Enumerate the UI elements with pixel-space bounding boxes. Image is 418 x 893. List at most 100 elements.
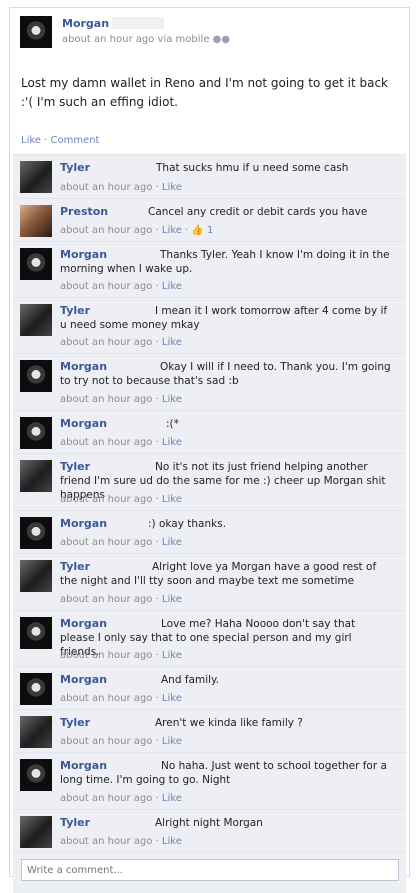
- meta-separator: ·: [152, 182, 162, 193]
- comment-text: Alright night Morgan: [155, 817, 263, 829]
- comment-like-link[interactable]: Like: [162, 225, 182, 236]
- redaction-block: [112, 17, 165, 29]
- comment-row: Love me? Haha Noooo don't say that pleas…: [13, 610, 406, 666]
- meta-separator: ·: [152, 337, 162, 348]
- comment-meta: about an hour ago · Like: [60, 650, 182, 661]
- comment-timestamp[interactable]: about an hour ago: [60, 594, 152, 605]
- comment-timestamp[interactable]: about an hour ago: [60, 537, 152, 548]
- comment-timestamp[interactable]: about an hour ago: [60, 793, 152, 804]
- comment-text: That sucks hmu if u need some cash: [156, 162, 349, 174]
- comment-like-link[interactable]: Like: [162, 650, 182, 661]
- comment-text: :) okay thanks.: [148, 518, 227, 530]
- commenter-name[interactable]: Tyler: [60, 816, 90, 829]
- commenter-name[interactable]: Morgan: [60, 517, 107, 530]
- comment-list: That sucks hmu if u need some cash Tyler a…: [13, 154, 406, 893]
- comment-timestamp[interactable]: about an hour ago: [60, 437, 152, 448]
- comment-timestamp[interactable]: about an hour ago: [60, 650, 152, 661]
- comment-row: Alright night Morgan Tyler about an hour a…: [13, 809, 406, 852]
- comment-timestamp[interactable]: about an hour ago: [60, 494, 152, 505]
- comment-like-link[interactable]: Like: [162, 437, 182, 448]
- comment-like-link[interactable]: Like: [162, 281, 182, 292]
- comment-meta: about an hour ago · Like: [60, 537, 182, 548]
- comment-row: Alright love ya Morgan have a good rest …: [13, 553, 406, 610]
- comment-like-link[interactable]: Like: [162, 594, 182, 605]
- like-count[interactable]: 1: [204, 225, 213, 236]
- comment-like-link[interactable]: Like: [162, 793, 182, 804]
- comment-timestamp[interactable]: about an hour ago: [60, 394, 152, 405]
- commenter-avatar[interactable]: [20, 460, 52, 492]
- comment-meta: about an hour ago · Like: [60, 594, 182, 605]
- commenter-name[interactable]: Tyler: [60, 460, 90, 473]
- comment-meta: about an hour ago · Like: [60, 337, 182, 348]
- meta-separator: ·: [152, 793, 162, 804]
- comment-row: Okay I will if I need to. Thank you. I'm…: [13, 353, 406, 410]
- comment-like-link[interactable]: Like: [162, 394, 182, 405]
- post-timestamp[interactable]: about an hour ago: [62, 34, 154, 45]
- comment-timestamp[interactable]: about an hour ago: [60, 693, 152, 704]
- comment-timestamp[interactable]: about an hour ago: [60, 225, 152, 236]
- comment-meta: about an hour ago · Like · 👍 1: [60, 225, 213, 236]
- commenter-avatar[interactable]: [20, 759, 52, 791]
- commenter-avatar[interactable]: [20, 360, 52, 392]
- comment-row: Aren't we kinda like family ? Tyler about …: [13, 709, 406, 752]
- commenter-avatar[interactable]: [20, 716, 52, 748]
- meta-separator: ·: [152, 281, 162, 292]
- commenter-name[interactable]: Tyler: [60, 716, 90, 729]
- meta-separator: ·: [152, 594, 162, 605]
- commenter-avatar[interactable]: [20, 417, 52, 449]
- commenter-name[interactable]: Morgan: [60, 759, 107, 772]
- commenter-avatar[interactable]: [20, 816, 52, 848]
- comment-timestamp[interactable]: about an hour ago: [60, 836, 152, 847]
- comment-like-link[interactable]: Like: [162, 537, 182, 548]
- comment-timestamp[interactable]: about an hour ago: [60, 337, 152, 348]
- meta-separator: ·: [152, 836, 162, 847]
- comment-timestamp[interactable]: about an hour ago: [60, 736, 152, 747]
- comment-meta: about an hour ago · Like: [60, 793, 182, 804]
- comment-input[interactable]: [21, 859, 399, 881]
- comment-text: I mean it I work tomorrow after 4 come b…: [60, 305, 388, 331]
- comment-text: Thanks Tyler. Yeah I know I'm doing it i…: [60, 249, 390, 275]
- comment-timestamp[interactable]: about an hour ago: [60, 281, 152, 292]
- comment-like-link[interactable]: Like: [162, 494, 182, 505]
- post-card: Morgan about an hour ago via mobile ●● L…: [9, 7, 410, 893]
- comment-text: Okay I will if I need to. Thank you. I'm…: [60, 361, 391, 387]
- comment-like-link[interactable]: Like: [162, 693, 182, 704]
- commenter-name[interactable]: Tyler: [60, 161, 90, 174]
- author-name[interactable]: Morgan: [62, 17, 165, 30]
- commenter-name[interactable]: Morgan: [60, 360, 107, 373]
- author-avatar[interactable]: [20, 16, 52, 48]
- commenter-avatar[interactable]: [20, 617, 52, 649]
- comment-row: Thanks Tyler. Yeah I know I'm doing it i…: [13, 241, 406, 297]
- comment-text: Aren't we kinda like family ?: [155, 717, 303, 729]
- commenter-avatar[interactable]: [20, 161, 52, 193]
- commenter-name[interactable]: Preston: [60, 205, 108, 218]
- commenter-name[interactable]: Tyler: [60, 304, 90, 317]
- comment-text: And family.: [161, 674, 220, 686]
- comment-text: Cancel any credit or debit cards you hav…: [148, 206, 368, 218]
- friends-icon: ●●: [212, 34, 231, 45]
- commenter-name[interactable]: Morgan: [60, 673, 107, 686]
- meta-separator: ·: [152, 650, 162, 661]
- commenter-avatar[interactable]: [20, 560, 52, 592]
- comment-meta: about an hour ago · Like: [60, 182, 182, 193]
- comment-like-link[interactable]: Like: [162, 182, 182, 193]
- commenter-avatar[interactable]: [20, 205, 52, 237]
- commenter-avatar[interactable]: [20, 673, 52, 705]
- comment-row: And family. Morgan about an hour ago · Lik…: [13, 666, 406, 709]
- commenter-name[interactable]: Morgan: [60, 617, 107, 630]
- commenter-name[interactable]: Tyler: [60, 560, 90, 573]
- commenter-name[interactable]: Morgan: [60, 248, 107, 261]
- comment-timestamp[interactable]: about an hour ago: [60, 182, 152, 193]
- comment-text: Alright love ya Morgan have a good rest …: [60, 561, 377, 587]
- commenter-avatar[interactable]: [20, 517, 52, 549]
- commenter-avatar[interactable]: [20, 248, 52, 280]
- commenter-avatar[interactable]: [20, 304, 52, 336]
- comment-text: :(*: [166, 418, 179, 430]
- post-actions[interactable]: Like · Comment: [21, 135, 99, 146]
- comment-like-link[interactable]: Like: [162, 736, 182, 747]
- comment-text: No haha. Just went to school together fo…: [60, 760, 387, 786]
- comment-like-link[interactable]: Like: [162, 836, 182, 847]
- meta-separator: ·: [152, 394, 162, 405]
- commenter-name[interactable]: Morgan: [60, 417, 107, 430]
- comment-like-link[interactable]: Like: [162, 337, 182, 348]
